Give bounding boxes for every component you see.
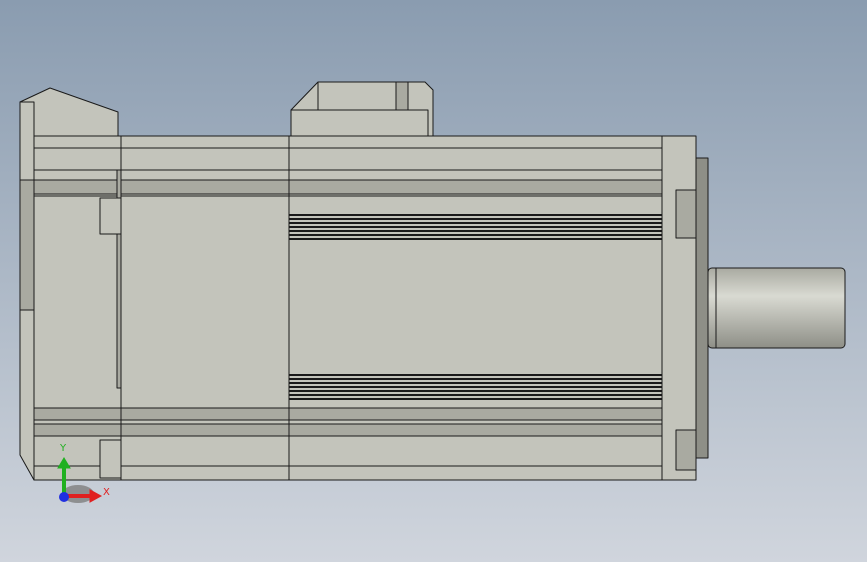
cooling-groove bbox=[289, 238, 662, 240]
rear-clip-lower bbox=[99, 439, 122, 479]
x-axis-label: X bbox=[103, 487, 110, 498]
body-band bbox=[33, 423, 663, 437]
body-band bbox=[33, 179, 663, 195]
cooling-groove bbox=[289, 222, 662, 224]
flange-bolt-boss-lower bbox=[675, 429, 697, 471]
body-band bbox=[33, 407, 663, 421]
graphics-viewport[interactable]: Y X bbox=[0, 0, 867, 562]
cooling-groove bbox=[289, 382, 662, 384]
cad-scene[interactable] bbox=[0, 0, 867, 562]
output-shaft[interactable] bbox=[707, 267, 846, 349]
cooling-groove bbox=[289, 218, 662, 220]
cooling-groove bbox=[289, 234, 662, 236]
z-axis-point bbox=[59, 492, 69, 502]
connector-latch bbox=[395, 81, 409, 111]
front-flange[interactable] bbox=[661, 135, 697, 481]
rear-clip-upper bbox=[99, 197, 122, 235]
cooling-groove bbox=[289, 226, 662, 228]
cooling-groove bbox=[289, 390, 662, 392]
cooling-groove bbox=[289, 230, 662, 232]
power-connector-face bbox=[290, 109, 429, 137]
cooling-groove bbox=[289, 374, 662, 376]
cooling-groove bbox=[289, 398, 662, 400]
flange-bolt-boss bbox=[675, 189, 697, 239]
flange-pilot bbox=[695, 157, 709, 459]
rear-cap-side bbox=[19, 179, 35, 311]
cooling-groove bbox=[289, 378, 662, 380]
cooling-groove bbox=[289, 394, 662, 396]
y-axis-label: Y bbox=[60, 443, 67, 454]
cooling-groove bbox=[289, 386, 662, 388]
cooling-groove bbox=[289, 214, 662, 216]
